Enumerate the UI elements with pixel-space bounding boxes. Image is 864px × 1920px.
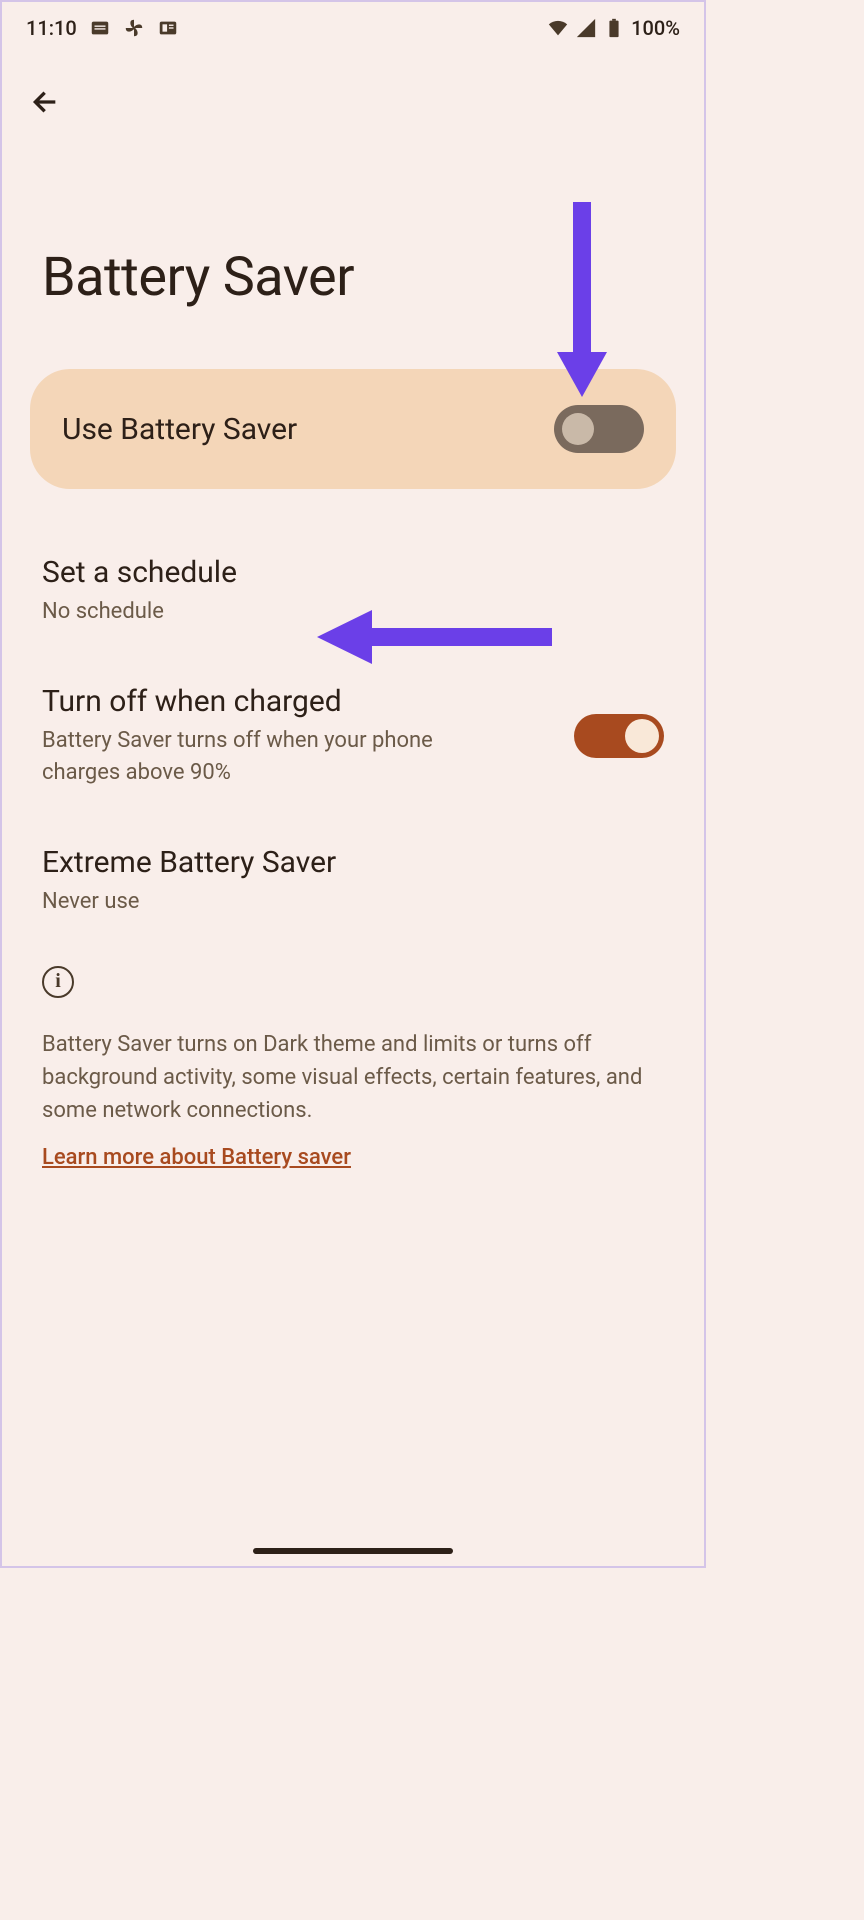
page-title: Battery Saver — [42, 246, 704, 309]
pinwheel-icon — [123, 17, 145, 39]
message-icon — [89, 17, 111, 39]
back-button[interactable] — [22, 78, 70, 126]
info-icon — [42, 966, 74, 998]
schedule-subtitle: No schedule — [42, 596, 482, 628]
info-text: Battery Saver turns on Dark theme and li… — [42, 1028, 664, 1127]
extreme-title: Extreme Battery Saver — [42, 845, 664, 880]
status-bar: 11:10 100% — [2, 2, 704, 48]
extreme-saver-row[interactable]: Extreme Battery Saver Never use — [2, 817, 704, 946]
news-icon — [157, 17, 179, 39]
schedule-row[interactable]: Set a schedule No schedule — [2, 527, 704, 656]
schedule-title: Set a schedule — [42, 555, 664, 590]
turn-off-subtitle: Battery Saver turns off when your phone … — [42, 725, 482, 789]
use-battery-saver-row[interactable]: Use Battery Saver — [30, 369, 676, 489]
battery-percent: 100% — [631, 16, 680, 40]
learn-more-link[interactable]: Learn more about Battery saver — [42, 1145, 351, 1170]
wifi-icon — [547, 17, 569, 39]
use-battery-saver-label: Use Battery Saver — [62, 412, 297, 447]
info-section: Battery Saver turns on Dark theme and li… — [2, 946, 704, 1170]
extreme-subtitle: Never use — [42, 886, 482, 918]
nav-handle[interactable] — [253, 1548, 453, 1554]
turn-off-charged-toggle[interactable] — [574, 714, 664, 758]
turn-off-title: Turn off when charged — [42, 684, 574, 719]
signal-icon — [575, 17, 597, 39]
turn-off-charged-row[interactable]: Turn off when charged Battery Saver turn… — [2, 656, 704, 817]
status-time: 11:10 — [26, 16, 77, 40]
use-battery-saver-toggle[interactable] — [554, 405, 644, 453]
battery-icon — [603, 17, 625, 39]
